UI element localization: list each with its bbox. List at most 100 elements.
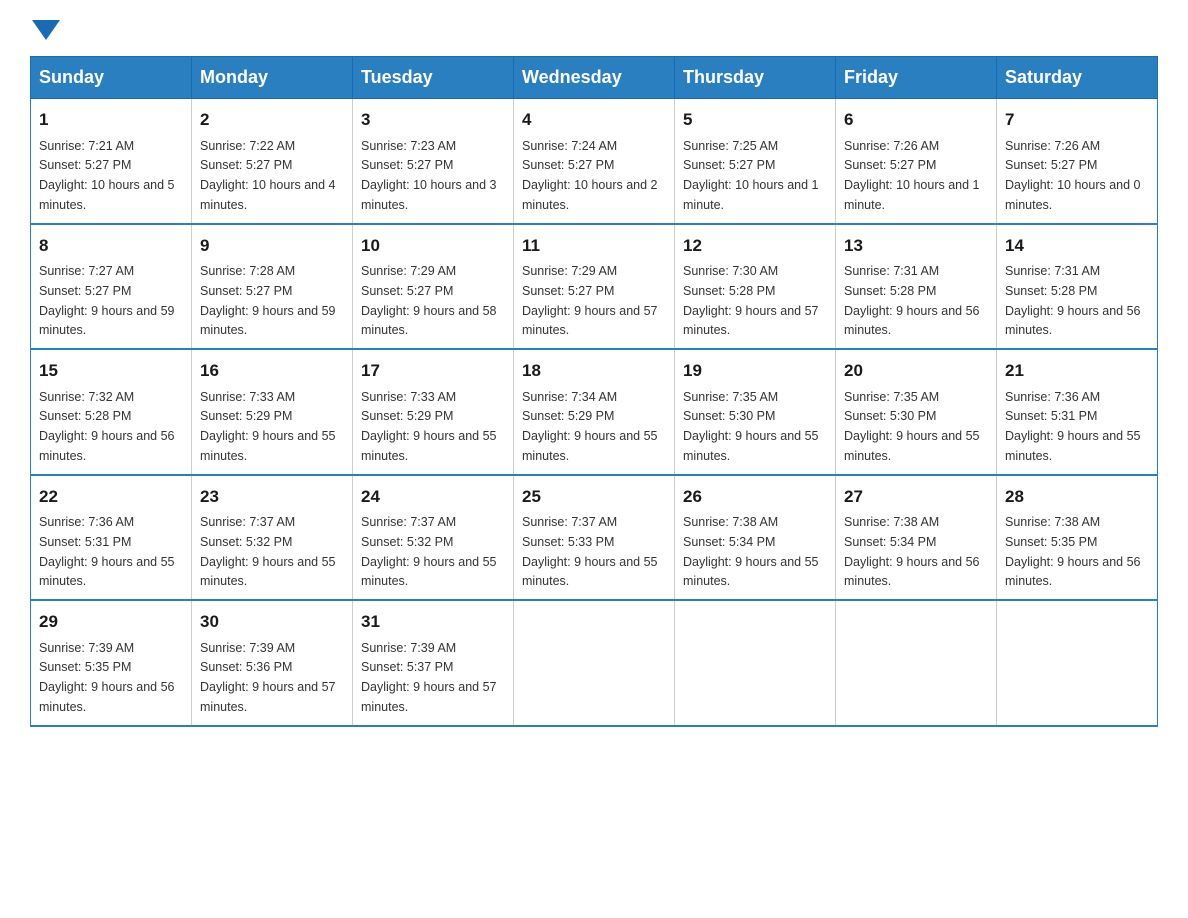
day-info: Sunrise: 7:26 AMSunset: 5:27 PMDaylight:…	[1005, 139, 1141, 212]
day-cell: 3 Sunrise: 7:23 AMSunset: 5:27 PMDayligh…	[353, 99, 514, 224]
day-info: Sunrise: 7:39 AMSunset: 5:37 PMDaylight:…	[361, 641, 497, 714]
logo-text	[30, 20, 62, 40]
header-cell-sunday: Sunday	[31, 57, 192, 99]
day-number: 19	[683, 358, 827, 384]
day-number: 15	[39, 358, 183, 384]
header-cell-wednesday: Wednesday	[514, 57, 675, 99]
day-info: Sunrise: 7:29 AMSunset: 5:27 PMDaylight:…	[361, 264, 497, 337]
page-header	[30, 20, 1158, 36]
day-number: 10	[361, 233, 505, 259]
day-info: Sunrise: 7:36 AMSunset: 5:31 PMDaylight:…	[39, 515, 175, 588]
day-number: 6	[844, 107, 988, 133]
day-cell: 21 Sunrise: 7:36 AMSunset: 5:31 PMDaylig…	[997, 349, 1158, 475]
day-cell	[514, 600, 675, 726]
week-row-5: 29 Sunrise: 7:39 AMSunset: 5:35 PMDaylig…	[31, 600, 1158, 726]
day-cell: 23 Sunrise: 7:37 AMSunset: 5:32 PMDaylig…	[192, 475, 353, 601]
day-number: 29	[39, 609, 183, 635]
day-cell: 1 Sunrise: 7:21 AMSunset: 5:27 PMDayligh…	[31, 99, 192, 224]
day-info: Sunrise: 7:28 AMSunset: 5:27 PMDaylight:…	[200, 264, 336, 337]
day-info: Sunrise: 7:22 AMSunset: 5:27 PMDaylight:…	[200, 139, 336, 212]
day-cell: 17 Sunrise: 7:33 AMSunset: 5:29 PMDaylig…	[353, 349, 514, 475]
day-number: 18	[522, 358, 666, 384]
day-number: 17	[361, 358, 505, 384]
day-cell: 12 Sunrise: 7:30 AMSunset: 5:28 PMDaylig…	[675, 224, 836, 350]
day-cell: 6 Sunrise: 7:26 AMSunset: 5:27 PMDayligh…	[836, 99, 997, 224]
day-cell: 30 Sunrise: 7:39 AMSunset: 5:36 PMDaylig…	[192, 600, 353, 726]
day-cell	[997, 600, 1158, 726]
day-cell: 11 Sunrise: 7:29 AMSunset: 5:27 PMDaylig…	[514, 224, 675, 350]
day-info: Sunrise: 7:31 AMSunset: 5:28 PMDaylight:…	[1005, 264, 1141, 337]
week-row-1: 1 Sunrise: 7:21 AMSunset: 5:27 PMDayligh…	[31, 99, 1158, 224]
day-cell: 5 Sunrise: 7:25 AMSunset: 5:27 PMDayligh…	[675, 99, 836, 224]
day-info: Sunrise: 7:25 AMSunset: 5:27 PMDaylight:…	[683, 139, 819, 212]
day-cell: 4 Sunrise: 7:24 AMSunset: 5:27 PMDayligh…	[514, 99, 675, 224]
day-cell	[836, 600, 997, 726]
calendar-body: 1 Sunrise: 7:21 AMSunset: 5:27 PMDayligh…	[31, 99, 1158, 726]
day-cell: 18 Sunrise: 7:34 AMSunset: 5:29 PMDaylig…	[514, 349, 675, 475]
day-number: 9	[200, 233, 344, 259]
day-info: Sunrise: 7:37 AMSunset: 5:32 PMDaylight:…	[361, 515, 497, 588]
day-cell: 14 Sunrise: 7:31 AMSunset: 5:28 PMDaylig…	[997, 224, 1158, 350]
header-cell-friday: Friday	[836, 57, 997, 99]
day-number: 27	[844, 484, 988, 510]
day-number: 28	[1005, 484, 1149, 510]
day-cell: 7 Sunrise: 7:26 AMSunset: 5:27 PMDayligh…	[997, 99, 1158, 224]
day-number: 2	[200, 107, 344, 133]
week-row-2: 8 Sunrise: 7:27 AMSunset: 5:27 PMDayligh…	[31, 224, 1158, 350]
calendar-header: SundayMondayTuesdayWednesdayThursdayFrid…	[31, 57, 1158, 99]
header-cell-saturday: Saturday	[997, 57, 1158, 99]
day-cell: 31 Sunrise: 7:39 AMSunset: 5:37 PMDaylig…	[353, 600, 514, 726]
day-cell: 9 Sunrise: 7:28 AMSunset: 5:27 PMDayligh…	[192, 224, 353, 350]
day-number: 22	[39, 484, 183, 510]
day-cell: 10 Sunrise: 7:29 AMSunset: 5:27 PMDaylig…	[353, 224, 514, 350]
header-cell-tuesday: Tuesday	[353, 57, 514, 99]
day-number: 21	[1005, 358, 1149, 384]
week-row-3: 15 Sunrise: 7:32 AMSunset: 5:28 PMDaylig…	[31, 349, 1158, 475]
day-cell: 24 Sunrise: 7:37 AMSunset: 5:32 PMDaylig…	[353, 475, 514, 601]
day-number: 14	[1005, 233, 1149, 259]
day-cell: 28 Sunrise: 7:38 AMSunset: 5:35 PMDaylig…	[997, 475, 1158, 601]
day-cell: 15 Sunrise: 7:32 AMSunset: 5:28 PMDaylig…	[31, 349, 192, 475]
day-info: Sunrise: 7:29 AMSunset: 5:27 PMDaylight:…	[522, 264, 658, 337]
day-number: 31	[361, 609, 505, 635]
day-number: 16	[200, 358, 344, 384]
day-cell: 29 Sunrise: 7:39 AMSunset: 5:35 PMDaylig…	[31, 600, 192, 726]
day-info: Sunrise: 7:27 AMSunset: 5:27 PMDaylight:…	[39, 264, 175, 337]
day-info: Sunrise: 7:21 AMSunset: 5:27 PMDaylight:…	[39, 139, 175, 212]
day-number: 1	[39, 107, 183, 133]
day-number: 23	[200, 484, 344, 510]
day-info: Sunrise: 7:23 AMSunset: 5:27 PMDaylight:…	[361, 139, 497, 212]
day-info: Sunrise: 7:32 AMSunset: 5:28 PMDaylight:…	[39, 390, 175, 463]
header-cell-monday: Monday	[192, 57, 353, 99]
day-info: Sunrise: 7:24 AMSunset: 5:27 PMDaylight:…	[522, 139, 658, 212]
day-info: Sunrise: 7:39 AMSunset: 5:36 PMDaylight:…	[200, 641, 336, 714]
day-info: Sunrise: 7:37 AMSunset: 5:33 PMDaylight:…	[522, 515, 658, 588]
day-info: Sunrise: 7:34 AMSunset: 5:29 PMDaylight:…	[522, 390, 658, 463]
day-info: Sunrise: 7:37 AMSunset: 5:32 PMDaylight:…	[200, 515, 336, 588]
logo-arrow-icon	[32, 20, 60, 40]
day-cell: 16 Sunrise: 7:33 AMSunset: 5:29 PMDaylig…	[192, 349, 353, 475]
day-info: Sunrise: 7:35 AMSunset: 5:30 PMDaylight:…	[844, 390, 980, 463]
day-info: Sunrise: 7:38 AMSunset: 5:34 PMDaylight:…	[844, 515, 980, 588]
day-info: Sunrise: 7:31 AMSunset: 5:28 PMDaylight:…	[844, 264, 980, 337]
day-info: Sunrise: 7:38 AMSunset: 5:35 PMDaylight:…	[1005, 515, 1141, 588]
day-number: 4	[522, 107, 666, 133]
day-info: Sunrise: 7:33 AMSunset: 5:29 PMDaylight:…	[200, 390, 336, 463]
day-number: 13	[844, 233, 988, 259]
week-row-4: 22 Sunrise: 7:36 AMSunset: 5:31 PMDaylig…	[31, 475, 1158, 601]
day-cell: 8 Sunrise: 7:27 AMSunset: 5:27 PMDayligh…	[31, 224, 192, 350]
day-info: Sunrise: 7:35 AMSunset: 5:30 PMDaylight:…	[683, 390, 819, 463]
day-number: 20	[844, 358, 988, 384]
day-cell: 27 Sunrise: 7:38 AMSunset: 5:34 PMDaylig…	[836, 475, 997, 601]
calendar-table: SundayMondayTuesdayWednesdayThursdayFrid…	[30, 56, 1158, 727]
day-number: 12	[683, 233, 827, 259]
day-cell: 20 Sunrise: 7:35 AMSunset: 5:30 PMDaylig…	[836, 349, 997, 475]
day-cell: 26 Sunrise: 7:38 AMSunset: 5:34 PMDaylig…	[675, 475, 836, 601]
day-number: 24	[361, 484, 505, 510]
day-info: Sunrise: 7:30 AMSunset: 5:28 PMDaylight:…	[683, 264, 819, 337]
day-number: 26	[683, 484, 827, 510]
day-cell: 19 Sunrise: 7:35 AMSunset: 5:30 PMDaylig…	[675, 349, 836, 475]
day-cell: 22 Sunrise: 7:36 AMSunset: 5:31 PMDaylig…	[31, 475, 192, 601]
day-number: 7	[1005, 107, 1149, 133]
day-cell: 13 Sunrise: 7:31 AMSunset: 5:28 PMDaylig…	[836, 224, 997, 350]
